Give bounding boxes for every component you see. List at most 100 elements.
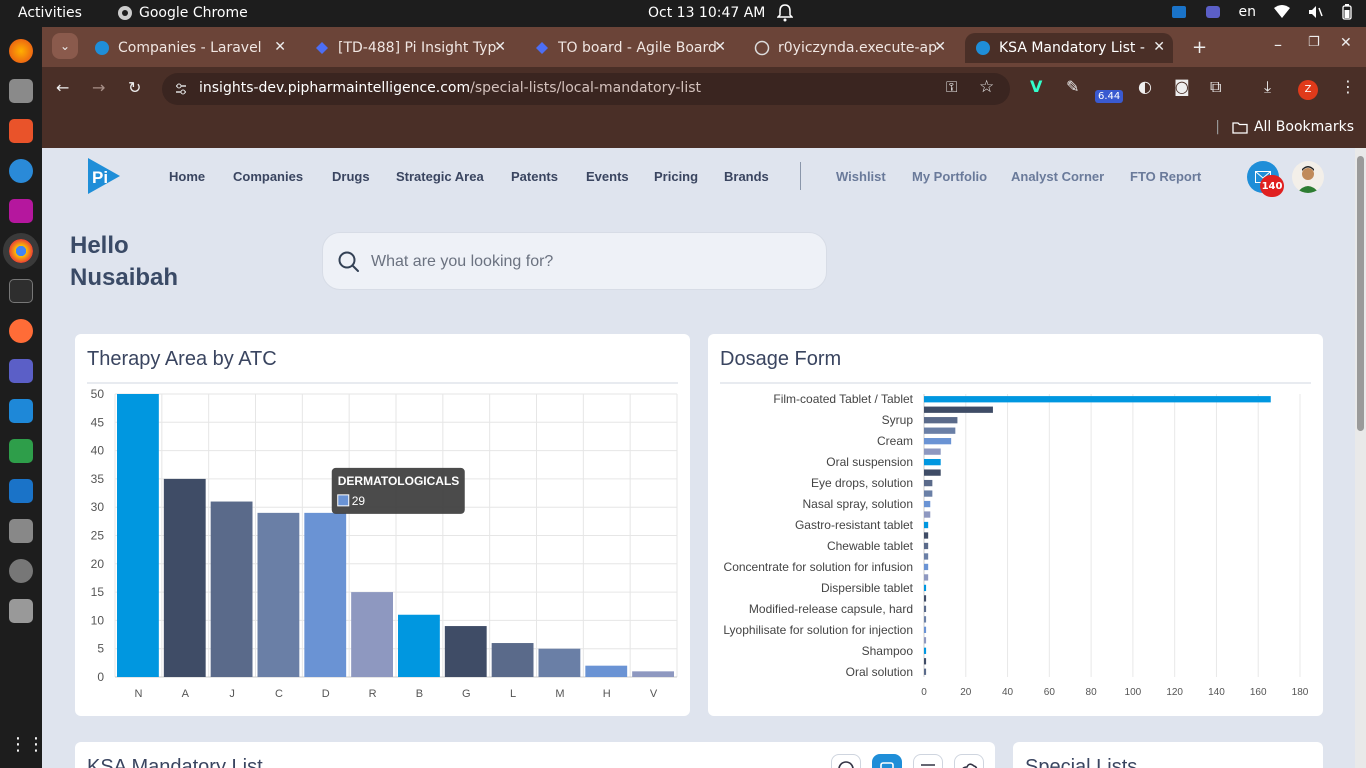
tab-api-gateway[interactable]: r0yiczynda.execute-ap ✕: [744, 33, 954, 63]
teams-icon[interactable]: [9, 359, 33, 383]
color-picker-icon[interactable]: ✎: [1066, 77, 1079, 96]
maximize-button[interactable]: ❐: [1308, 35, 1320, 50]
chrome-dock-icon[interactable]: [3, 233, 39, 269]
reload-button[interactable]: ↻: [128, 78, 141, 97]
bar-C[interactable]: [257, 512, 300, 677]
app-menu[interactable]: Google Chrome: [117, 5, 248, 21]
nav-patents[interactable]: Patents: [511, 169, 558, 184]
bar-L[interactable]: [491, 643, 534, 677]
search-box[interactable]: [322, 232, 827, 290]
nav-strategic-area[interactable]: Strategic Area: [396, 169, 484, 184]
bar-B[interactable]: [398, 614, 440, 677]
bell-icon[interactable]: [777, 4, 793, 22]
bar-row-10[interactable]: [924, 500, 931, 508]
nav-fto-report[interactable]: FTO Report: [1130, 169, 1201, 184]
bar-row-3[interactable]: [924, 427, 956, 434]
key-icon[interactable]: ⚿: [946, 78, 957, 96]
activities-button[interactable]: Activities: [18, 5, 82, 21]
site-info-icon[interactable]: [174, 82, 188, 96]
bar-row-8[interactable]: [924, 479, 933, 487]
bar-row-13[interactable]: [924, 532, 929, 539]
help-icon[interactable]: [9, 159, 33, 183]
nav-analyst-corner[interactable]: Analyst Corner: [1011, 169, 1104, 184]
camera-icon[interactable]: ◙: [1174, 77, 1190, 96]
bar-row-4[interactable]: [924, 438, 952, 445]
bar-D[interactable]: [304, 512, 347, 677]
bar-row-24[interactable]: [924, 647, 927, 654]
clock[interactable]: Oct 13 10:47 AM: [648, 5, 765, 21]
extension-badge[interactable]: 6.44: [1095, 90, 1124, 103]
bar-row-18[interactable]: [924, 584, 927, 592]
extensions-puzzle-icon[interactable]: ⧉: [1210, 77, 1221, 97]
bar-row-26[interactable]: [924, 668, 927, 675]
bar-A[interactable]: [163, 478, 206, 677]
vscode-icon[interactable]: [9, 399, 33, 423]
bar-N[interactable]: [117, 394, 159, 677]
tab-agile-board[interactable]: TO board - Agile Board ✕: [524, 33, 734, 63]
bar-row-2[interactable]: [924, 417, 958, 424]
bar-row-19[interactable]: [924, 595, 927, 602]
spreadsheet-icon[interactable]: [9, 439, 33, 463]
close-icon[interactable]: ✕: [274, 39, 286, 55]
bar-row-15[interactable]: [924, 553, 929, 560]
download-button[interactable]: [954, 754, 984, 768]
bar-row-1[interactable]: [924, 406, 993, 413]
user-avatar[interactable]: [1292, 161, 1324, 193]
nav-events[interactable]: Events: [586, 169, 629, 184]
volume-icon[interactable]: [1308, 5, 1324, 19]
bar-row-22[interactable]: [924, 626, 927, 633]
nav-companies[interactable]: Companies: [233, 169, 303, 184]
bar-H[interactable]: [585, 665, 628, 677]
bar-row-14[interactable]: [924, 542, 929, 550]
drive-icon[interactable]: [9, 519, 33, 543]
outlook-tray-icon[interactable]: [1171, 4, 1187, 20]
nav-wishlist[interactable]: Wishlist: [836, 169, 886, 184]
close-icon[interactable]: ✕: [494, 39, 506, 55]
postman-icon[interactable]: [9, 319, 33, 343]
bar-row-11[interactable]: [924, 511, 931, 518]
tab-jira-ticket[interactable]: [TD-488] Pi Insight Typ ✕: [304, 33, 514, 63]
extension-dark-icon[interactable]: ◐: [1138, 77, 1152, 96]
search-input[interactable]: [371, 251, 811, 273]
bar-row-23[interactable]: [924, 637, 927, 644]
page-scrollbar[interactable]: [1355, 148, 1366, 768]
bar-row-5[interactable]: [924, 448, 941, 455]
phpstorm-icon[interactable]: [9, 199, 33, 223]
bar-row-9[interactable]: [924, 490, 933, 497]
bar-J[interactable]: [210, 501, 253, 677]
download-icon[interactable]: ⤓: [1264, 77, 1271, 97]
tab-ksa-mandatory-list[interactable]: KSA Mandatory List - P ✕: [965, 33, 1173, 63]
bar-row-17[interactable]: [924, 574, 929, 581]
show-apps-icon[interactable]: ⋮⋮: [9, 733, 45, 757]
bar-row-7[interactable]: [924, 469, 941, 476]
window-close-button[interactable]: ✕: [1340, 35, 1352, 51]
teams-tray-icon[interactable]: [1205, 4, 1221, 20]
disk-icon[interactable]: [9, 559, 33, 583]
vue-devtools-icon[interactable]: V: [1030, 77, 1042, 96]
wifi-icon[interactable]: [1274, 5, 1290, 19]
bar-row-16[interactable]: [924, 563, 929, 571]
profile-avatar[interactable]: Z: [1298, 80, 1318, 100]
battery-icon[interactable]: [1342, 4, 1352, 20]
bookmark-star-icon[interactable]: ☆: [979, 77, 994, 97]
pi-logo-icon[interactable]: Pi: [80, 154, 124, 198]
list-view-button[interactable]: [872, 754, 902, 768]
tab-companies[interactable]: Companies - Laravel ✕: [84, 33, 294, 63]
dosage-form-chart[interactable]: 0 20 40 60 80 100 120 140 160 180 Film-coated Tabl…: [708, 334, 1323, 716]
new-tab-button[interactable]: +: [1192, 37, 1207, 58]
view-toggle-button[interactable]: [831, 754, 861, 768]
firefox-icon[interactable]: [9, 39, 33, 63]
messages-count-badge[interactable]: 140: [1260, 175, 1284, 197]
url-text[interactable]: insights-dev.pipharmaintelligence.com/sp…: [199, 80, 701, 96]
all-bookmarks-button[interactable]: | All Bookmarks: [1215, 119, 1354, 135]
bar-R[interactable]: [351, 592, 393, 677]
close-icon[interactable]: ✕: [934, 39, 946, 55]
system-tray[interactable]: en: [1171, 4, 1353, 20]
bar-M[interactable]: [538, 648, 581, 677]
app-center-icon[interactable]: [9, 119, 33, 143]
bar-row-12[interactable]: [924, 521, 929, 529]
language-indicator[interactable]: en: [1239, 4, 1257, 20]
bar-row-6[interactable]: [924, 458, 941, 466]
minimize-button[interactable]: –: [1274, 35, 1282, 54]
bar-G[interactable]: [444, 626, 487, 677]
